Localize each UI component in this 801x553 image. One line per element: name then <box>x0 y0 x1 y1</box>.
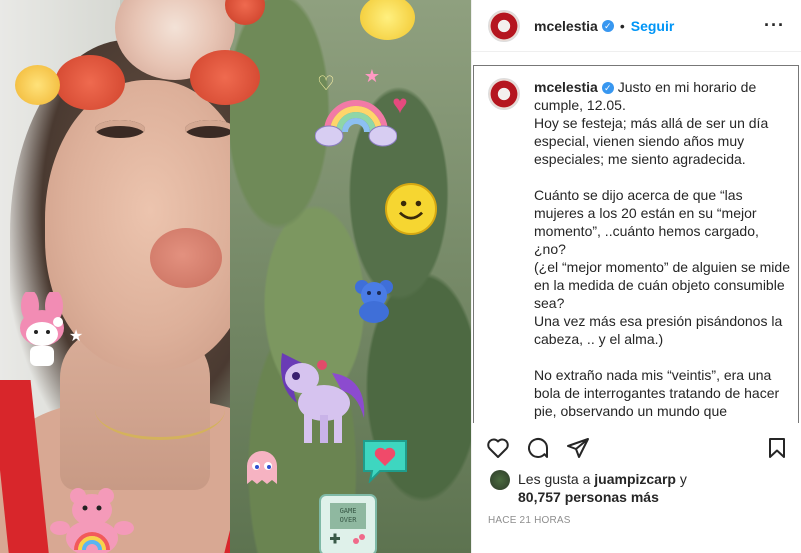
follow-button[interactable]: Seguir <box>631 18 675 34</box>
avatar[interactable] <box>488 78 520 110</box>
paper-plane-icon[interactable] <box>566 436 590 460</box>
caption-paragraph: No extraño nada mis “veintis”, era una b… <box>534 367 780 419</box>
heart-chat-bubble-sticker <box>360 437 410 483</box>
smiley-face-sticker <box>385 183 437 235</box>
pacman-ghost-sticker <box>243 450 281 488</box>
post-header: mcelestia ✓ • Seguir ··· <box>472 0 801 52</box>
more-options-icon[interactable]: ··· <box>764 15 785 36</box>
eye-left <box>95 120 145 138</box>
gameboy-screen-text: GAME <box>340 507 357 515</box>
comments-area[interactable]: mcelestia ✓ Justo en mi horario de cumple… <box>472 53 801 423</box>
heart-outline-sticker: ♡ <box>317 72 335 95</box>
care-bear-sticker <box>48 486 136 553</box>
avatar[interactable] <box>488 9 520 42</box>
lips <box>150 228 222 288</box>
post-timestamp[interactable]: HACE 21 HORAS <box>488 515 571 526</box>
verified-badge-icon: ✓ <box>601 19 614 32</box>
username-link[interactable]: mcelestia <box>534 18 598 34</box>
caption-username[interactable]: mcelestia <box>534 79 598 95</box>
caption-text: mcelestia ✓ Justo en mi horario de cumple… <box>534 78 794 420</box>
separator-dot: • <box>619 17 625 34</box>
red-flower <box>190 50 260 105</box>
my-melody-sticker <box>12 292 72 372</box>
caption-frame: mcelestia ✓ Justo en mi horario de cumple… <box>473 65 799 423</box>
caption-paragraph: (¿el “mejor momento” de alguien se mide … <box>534 259 790 311</box>
svg-text:OVER: OVER <box>340 516 358 524</box>
heart-outline-icon[interactable] <box>486 436 510 460</box>
gold-necklace <box>95 380 225 440</box>
liker-avatar[interactable] <box>490 470 510 490</box>
eye-right <box>185 120 235 138</box>
yellow-flower <box>15 65 60 105</box>
caption-paragraph: Hoy se festeja; más allá de ser un día e… <box>534 115 769 167</box>
caption-paragraph: Una vez más esa presión pisándonos la ca… <box>534 313 783 347</box>
blue-teddy-bear-sticker <box>350 278 398 324</box>
likes-summary: Les gusta a juampizcarp y 80,757 persona… <box>490 470 789 506</box>
pink-heart-sticker: ♥ <box>392 88 408 119</box>
verified-badge-icon: ✓ <box>601 82 614 94</box>
my-little-pony-sticker <box>272 343 372 448</box>
likes-count[interactable]: 80,757 personas más <box>518 489 659 505</box>
instagram-post: ♥ ♡ ★ ★ GAME OVER mcelestia ✓ • Seguir ·… <box>0 0 801 553</box>
rainbow-cloud-sticker <box>315 88 397 150</box>
gameboy-sticker: GAME OVER <box>316 493 380 553</box>
post-photo[interactable]: ♥ ♡ ★ ★ GAME OVER <box>0 0 471 553</box>
likes-conjunction: y <box>679 471 687 487</box>
post-sidebar: mcelestia ✓ • Seguir ··· mcelestia ✓ Just… <box>471 0 801 553</box>
likes-prefix: Les gusta a <box>518 471 591 487</box>
bookmark-icon[interactable] <box>765 436 789 460</box>
caption-comment: mcelestia ✓ Justo en mi horario de cumple… <box>474 66 798 420</box>
pink-star-sticker: ★ <box>363 65 381 86</box>
action-bar <box>486 433 789 463</box>
caption-paragraph: Cuánto se dijo acerca de que “las mujere… <box>534 187 759 257</box>
liker-username[interactable]: juampizcarp <box>594 471 676 487</box>
red-flower <box>55 55 125 110</box>
comment-bubble-icon[interactable] <box>526 436 550 460</box>
